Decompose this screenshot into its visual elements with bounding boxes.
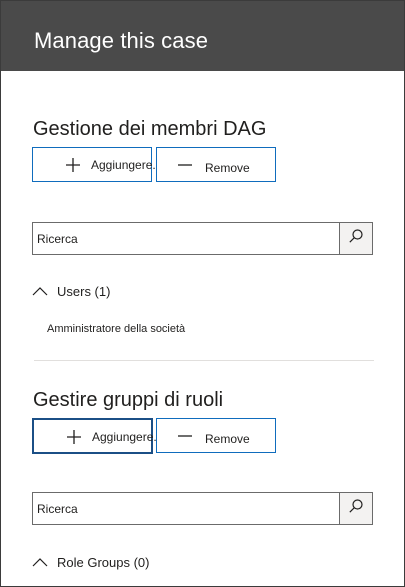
add-role-group-button[interactable]: Aggiungere...	[32, 418, 163, 454]
roles-section-title: Gestire gruppi di ruoli	[33, 389, 224, 411]
manage-case-panel: Manage this case Gestione dei membri DAG…	[0, 0, 405, 587]
remove-role-group-button[interactable]: Remove	[156, 418, 276, 453]
chevron-up-icon	[32, 558, 48, 567]
roles-search-input[interactable]	[33, 493, 340, 524]
plus-icon	[64, 420, 84, 453]
chevron-up-icon	[32, 287, 48, 296]
roles-search-button[interactable]	[339, 493, 372, 524]
members-section-title: Gestione dei membri DAG	[33, 118, 267, 140]
members-search-button[interactable]	[339, 223, 372, 254]
users-group-toggle[interactable]: Users (1)	[32, 282, 110, 300]
panel-title: Manage this case	[34, 28, 209, 53]
members-search-box	[32, 222, 373, 255]
minus-icon	[175, 419, 195, 452]
minus-icon	[175, 148, 195, 181]
add-role-group-label: Aggiungere...	[92, 430, 164, 444]
role-groups-label: Role Groups (0)	[57, 554, 150, 570]
remove-role-group-label: Remove	[205, 432, 250, 446]
search-icon	[348, 228, 364, 249]
section-divider	[34, 360, 374, 361]
users-group-label: Users (1)	[57, 283, 111, 299]
remove-member-button[interactable]: Remove	[156, 147, 276, 182]
add-member-button[interactable]: Aggiungere...	[32, 147, 162, 182]
role-groups-toggle[interactable]: Role Groups (0)	[32, 553, 149, 571]
add-member-label: Aggiungere...	[91, 158, 163, 172]
roles-search-box	[32, 492, 373, 525]
panel-header: Manage this case	[1, 1, 404, 71]
search-icon	[348, 498, 364, 519]
plus-icon	[63, 148, 83, 181]
remove-member-label: Remove	[205, 161, 250, 175]
members-search-input[interactable]	[33, 223, 340, 254]
list-item: Amministratore della società	[47, 323, 186, 335]
